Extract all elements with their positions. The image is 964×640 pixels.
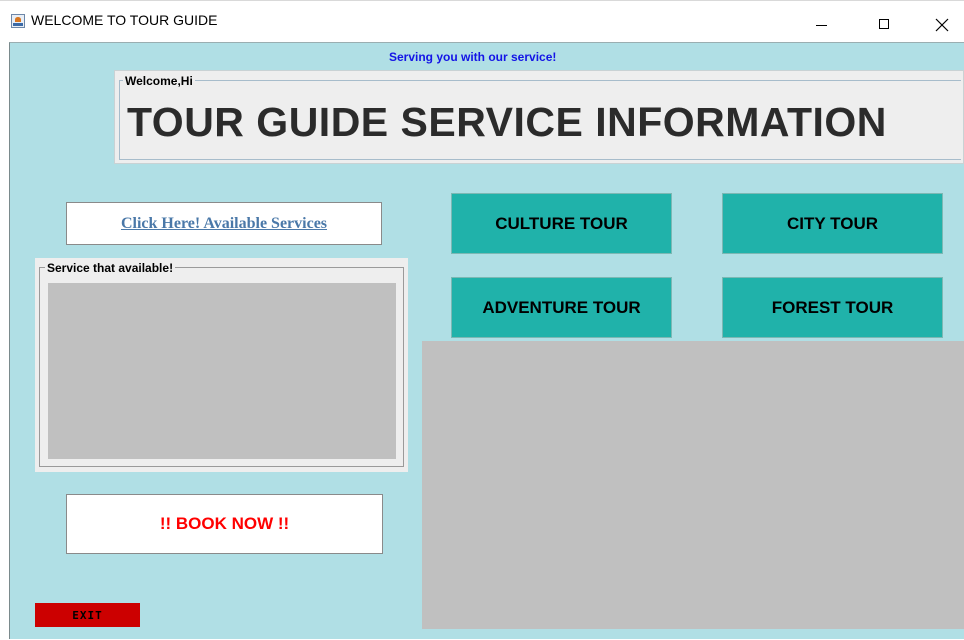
- window-title-bar: WELCOME TO TOUR GUIDE: [0, 0, 964, 42]
- window-top-edge: [0, 0, 964, 1]
- book-now-button[interactable]: !! BOOK NOW !!: [66, 494, 383, 554]
- tour-display-area: [422, 341, 964, 629]
- adventure-tour-button[interactable]: ADVENTURE TOUR: [451, 277, 672, 338]
- maximize-icon[interactable]: [862, 6, 908, 36]
- tagline: Serving you with our service!: [389, 50, 557, 64]
- available-services-button[interactable]: Click Here! Available Services: [66, 202, 382, 245]
- java-cup-icon: [11, 14, 25, 28]
- close-icon[interactable]: [919, 6, 964, 36]
- minimize-icon[interactable]: [799, 6, 845, 36]
- available-services-label: Click Here! Available Services: [120, 214, 328, 232]
- services-panel: Service that available!: [35, 258, 408, 472]
- window-title: WELCOME TO TOUR GUIDE: [31, 12, 218, 28]
- exit-button[interactable]: EXIT: [35, 603, 140, 627]
- services-panel-title: Service that available!: [45, 261, 176, 275]
- city-tour-button[interactable]: CITY TOUR: [722, 193, 943, 254]
- welcome-label: Welcome,Hi: [123, 74, 195, 88]
- page-title: TOUR GUIDE SERVICE INFORMATION: [127, 99, 887, 145]
- culture-tour-button[interactable]: CULTURE TOUR: [451, 193, 672, 254]
- header-panel: Welcome,Hi TOUR GUIDE SERVICE INFORMATIO…: [114, 70, 964, 164]
- services-list-area[interactable]: [48, 283, 396, 459]
- forest-tour-button[interactable]: FOREST TOUR: [722, 277, 943, 338]
